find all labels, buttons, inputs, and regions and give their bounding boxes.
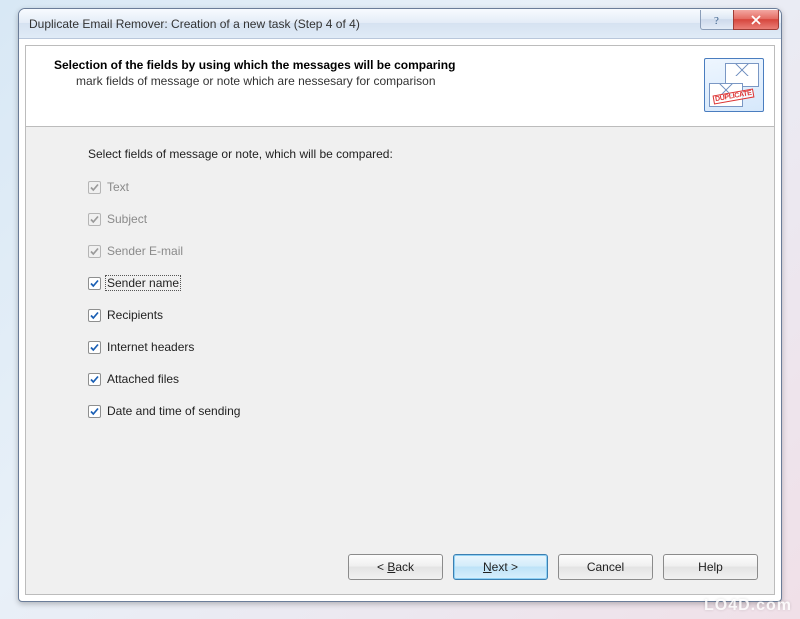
duplicate-mail-icon: DUPLICATE xyxy=(704,58,764,112)
field-label[interactable]: Internet headers xyxy=(107,340,194,354)
field-row: Attached files xyxy=(88,369,764,389)
wizard-header-subtitle: mark fields of message or note which are… xyxy=(76,74,696,88)
wizard-header: Selection of the fields by using which t… xyxy=(26,46,774,127)
field-checkbox xyxy=(88,181,101,194)
window-title: Duplicate Email Remover: Creation of a n… xyxy=(29,17,701,31)
field-checkbox[interactable] xyxy=(88,341,101,354)
field-checkbox[interactable] xyxy=(88,277,101,290)
check-icon xyxy=(89,214,100,225)
check-icon xyxy=(89,406,100,417)
instruction-text: Select fields of message or note, which … xyxy=(88,147,764,161)
back-button[interactable]: < Back xyxy=(348,554,443,580)
titlebar[interactable]: Duplicate Email Remover: Creation of a n… xyxy=(19,9,781,39)
close-window-button[interactable] xyxy=(733,10,779,30)
help-window-button[interactable]: ? xyxy=(700,10,734,30)
check-icon xyxy=(89,374,100,385)
field-checkbox xyxy=(88,245,101,258)
field-checkbox xyxy=(88,213,101,226)
close-icon xyxy=(750,15,762,25)
help-icon: ? xyxy=(712,14,722,26)
field-label: Text xyxy=(107,180,129,194)
field-checkbox[interactable] xyxy=(88,309,101,322)
field-label[interactable]: Recipients xyxy=(107,308,163,322)
check-icon xyxy=(89,246,100,257)
next-button[interactable]: Next > xyxy=(453,554,548,580)
check-icon xyxy=(89,182,100,193)
check-icon xyxy=(89,278,100,289)
field-label[interactable]: Sender name xyxy=(105,275,181,291)
field-row: Sender name xyxy=(88,273,764,293)
field-label: Sender E-mail xyxy=(107,244,183,258)
check-icon xyxy=(89,342,100,353)
field-checkbox[interactable] xyxy=(88,405,101,418)
field-label[interactable]: Date and time of sending xyxy=(107,404,240,418)
help-button[interactable]: Help xyxy=(663,554,758,580)
wizard-button-bar: < Back Next > Cancel Help xyxy=(26,544,774,594)
svg-text:?: ? xyxy=(714,15,719,26)
field-row: Sender E-mail xyxy=(88,241,764,261)
field-label[interactable]: Attached files xyxy=(107,372,179,386)
field-row: Date and time of sending xyxy=(88,401,764,421)
check-icon xyxy=(89,310,100,321)
wizard-header-title: Selection of the fields by using which t… xyxy=(54,58,696,72)
wizard-dialog: Duplicate Email Remover: Creation of a n… xyxy=(18,8,782,602)
client-area: Selection of the fields by using which t… xyxy=(25,45,775,595)
field-label: Subject xyxy=(107,212,147,226)
field-list: Text Subject Sender E-mail Sender name Recip… xyxy=(88,177,764,421)
cancel-button[interactable]: Cancel xyxy=(558,554,653,580)
wizard-body: Select fields of message or note, which … xyxy=(26,127,774,544)
field-row: Text xyxy=(88,177,764,197)
field-row: Internet headers xyxy=(88,337,764,357)
watermark: LO4D.com xyxy=(704,597,792,615)
window-buttons: ? xyxy=(701,9,781,38)
field-row: Subject xyxy=(88,209,764,229)
field-checkbox[interactable] xyxy=(88,373,101,386)
field-row: Recipients xyxy=(88,305,764,325)
